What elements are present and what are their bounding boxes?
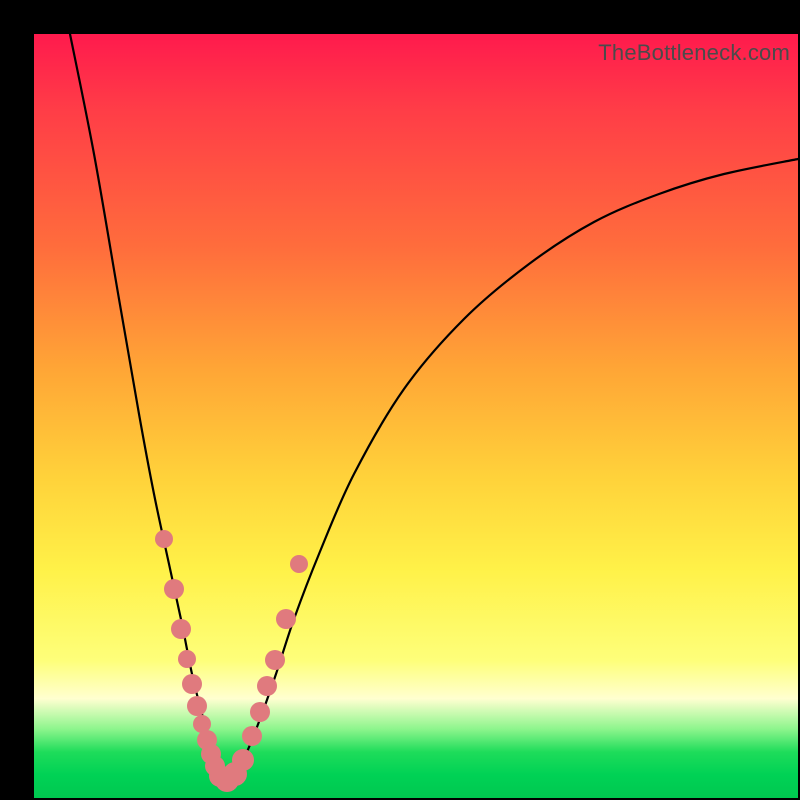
- data-marker: [182, 674, 202, 694]
- data-marker: [164, 579, 184, 599]
- data-marker: [250, 702, 270, 722]
- data-marker: [155, 530, 173, 548]
- data-marker: [187, 696, 207, 716]
- data-marker: [178, 650, 196, 668]
- data-marker: [290, 555, 308, 573]
- data-markers-group: [155, 530, 308, 792]
- plot-area: TheBottleneck.com: [34, 34, 798, 798]
- data-marker: [276, 609, 296, 629]
- data-marker: [242, 726, 262, 746]
- data-marker: [171, 619, 191, 639]
- outer-frame: TheBottleneck.com: [0, 0, 800, 800]
- data-marker: [265, 650, 285, 670]
- curve-svg: [34, 34, 798, 798]
- data-marker: [257, 676, 277, 696]
- bottleneck-curve: [70, 34, 798, 782]
- data-marker: [232, 749, 254, 771]
